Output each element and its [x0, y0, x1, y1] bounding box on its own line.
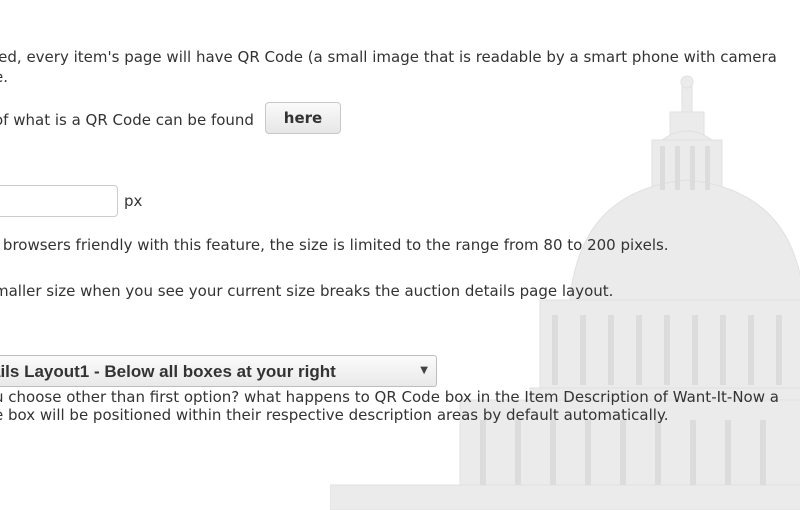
qr-info-text: of what is a QR Code can be found	[0, 111, 254, 129]
qr-description-text-continued: e.	[0, 68, 8, 86]
qr-size-input[interactable]	[0, 185, 118, 217]
chevron-down-icon: ▼	[420, 365, 428, 376]
size-limit-note: l browsers friendly with this feature, t…	[0, 236, 669, 254]
here-button[interactable]: here	[265, 102, 341, 134]
size-unit-label: px	[124, 192, 143, 210]
layout-option-note: u choose other than first option? what h…	[0, 388, 779, 406]
qr-code-settings-panel: led, every item's page will have QR Code…	[0, 0, 800, 510]
size-layout-note: maller size when you see your current si…	[0, 282, 614, 300]
qr-layout-select[interactable]: ails Layout1 - Below all boxes at your r…	[0, 355, 437, 387]
qr-layout-select-value: ails Layout1 - Below all boxes at your r…	[0, 362, 336, 381]
layout-option-note-continued: e box will be positioned within their re…	[0, 406, 669, 424]
qr-description-text: led, every item's page will have QR Code…	[0, 48, 777, 66]
